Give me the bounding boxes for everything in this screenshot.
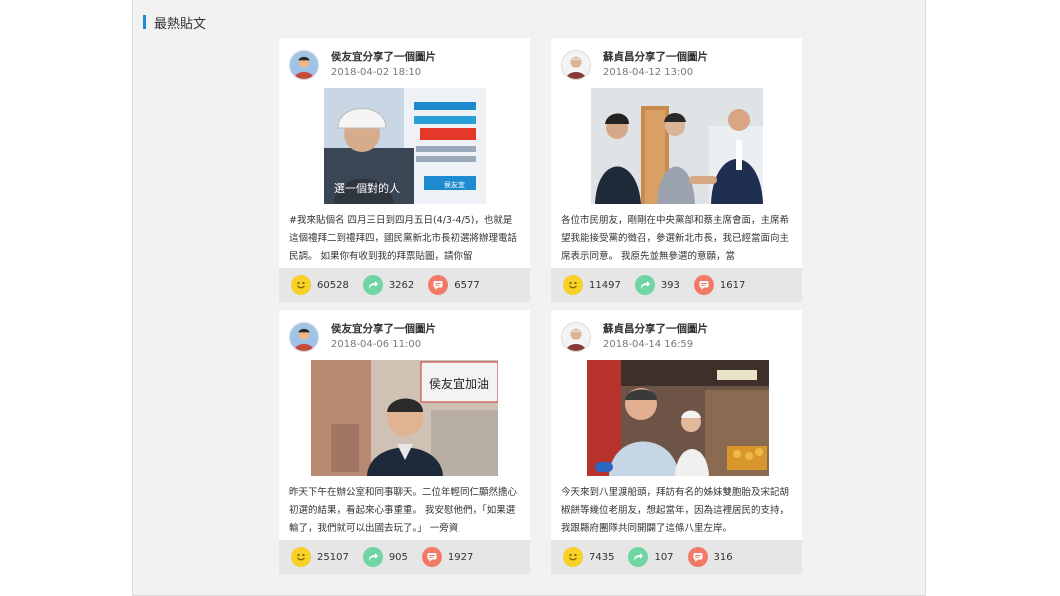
comment-bubble-icon [693,275,714,295]
author-share-line[interactable]: 侯友宜分享了一個圖片 [331,50,436,65]
like-count: 25107 [317,551,349,563]
share-count: 393 [660,279,680,291]
post-stats: 7435 107 316 [551,540,802,574]
smiley-icon [563,275,583,295]
post-stats: 25107 905 1927 [279,540,530,574]
hot-posts-panel: 最熱貼文 侯友宜分享了一個圖片 2018-04-02 18:10 選一個對的人 … [132,0,926,596]
image-sign-text: 侯友宜加油 [429,376,489,391]
like-count: 60528 [317,279,349,291]
post-date: 2018-04-14 16:59 [603,339,694,350]
comment-bubble-icon [687,547,708,567]
comment-stat[interactable]: 1617 [693,275,746,295]
post-date: 2018-04-02 18:10 [331,67,422,78]
post-header: 侯友宜分享了一個圖片 2018-04-06 11:00 [289,320,436,354]
share-arrow-icon [362,275,383,295]
comment-stat[interactable]: 1927 [421,547,474,567]
post-header: 蘇貞昌分享了一個圖片 2018-04-14 16:59 [561,320,708,354]
post-text: 昨天下午在辦公室和同事聊天。二位年輕同仁顯然擔心初選的結果，看起來心事重重。 我… [289,487,518,534]
post-image[interactable]: 選一個對的人 侯友宜 [324,88,486,204]
comment-bubble-icon [421,547,442,567]
comment-count: 316 [713,551,733,563]
comment-stat[interactable]: 316 [687,547,733,567]
share-stat[interactable]: 905 [362,547,408,567]
post-card[interactable]: 侯友宜分享了一個圖片 2018-04-06 11:00 侯友宜加油 昨天下午在辦… [279,310,530,574]
share-count: 107 [654,551,674,563]
author-share-line[interactable]: 蘇貞昌分享了一個圖片 [603,322,708,337]
like-count: 7435 [589,551,615,563]
image-side-text: 侯友宜 [444,180,465,189]
post-card[interactable]: 侯友宜分享了一個圖片 2018-04-02 18:10 選一個對的人 侯友宜 #… [279,38,530,302]
share-count: 3262 [388,279,415,291]
share-arrow-icon [634,275,655,295]
share-stat[interactable]: 3262 [362,275,415,295]
post-text: 今天來到八里渡船頭，拜訪有名的姊妹雙胞胎及宋記胡椒餅等幾位老朋友，想起當年，因為… [561,487,790,534]
post-image[interactable] [587,360,769,476]
post-text: #我來貼個名 四月三日到四月五日(4/3-4/5)，也就是這個禮拜二到禮拜四，國… [289,215,518,262]
image-caption: 選一個對的人 [334,181,400,195]
like-stat[interactable]: 7435 [563,547,614,567]
like-stat[interactable]: 60528 [291,275,349,295]
post-text: 各位市民朋友，剛剛在中央黨部和蔡主席會面，主席希望我能接受黨的徵召，參選新北市長… [561,215,790,262]
smiley-icon [291,275,311,295]
post-date: 2018-04-06 11:00 [331,339,422,350]
post-card[interactable]: 蘇貞昌分享了一個圖片 2018-04-12 13:00 各位市民朋友，剛剛在中央… [551,38,802,302]
post-stats: 60528 3262 6577 [279,268,530,302]
author-avatar[interactable] [561,322,591,352]
post-header: 侯友宜分享了一個圖片 2018-04-02 18:10 [289,48,436,82]
author-share-line[interactable]: 蘇貞昌分享了一個圖片 [603,50,708,65]
like-stat[interactable]: 25107 [291,547,349,567]
comment-count: 1617 [719,279,746,291]
post-image[interactable] [591,88,763,204]
section-title: 最熱貼文 [154,16,207,32]
smiley-icon [291,547,311,567]
post-stats: 11497 393 1617 [551,268,802,302]
author-avatar[interactable] [289,50,319,80]
section-header: 最熱貼文 [143,14,207,32]
share-arrow-icon [362,547,383,567]
post-card[interactable]: 蘇貞昌分享了一個圖片 2018-04-14 16:59 今天來到八里渡船頭，拜訪… [551,310,802,574]
author-share-line[interactable]: 侯友宜分享了一個圖片 [331,322,436,337]
share-stat[interactable]: 393 [634,275,680,295]
author-avatar[interactable] [561,50,591,80]
title-accent-bar [143,15,146,29]
comment-count: 6577 [454,279,480,291]
post-header: 蘇貞昌分享了一個圖片 2018-04-12 13:00 [561,48,708,82]
share-count: 905 [388,551,408,563]
comment-count: 1927 [447,551,474,563]
author-avatar[interactable] [289,322,319,352]
post-date: 2018-04-12 13:00 [603,67,694,78]
comment-bubble-icon [428,275,449,295]
smiley-icon [563,547,583,567]
comment-stat[interactable]: 6577 [428,275,480,295]
like-stat[interactable]: 11497 [563,275,621,295]
like-count: 11497 [589,279,621,291]
share-arrow-icon [628,547,649,567]
share-stat[interactable]: 107 [628,547,674,567]
post-image[interactable]: 侯友宜加油 [311,360,498,476]
